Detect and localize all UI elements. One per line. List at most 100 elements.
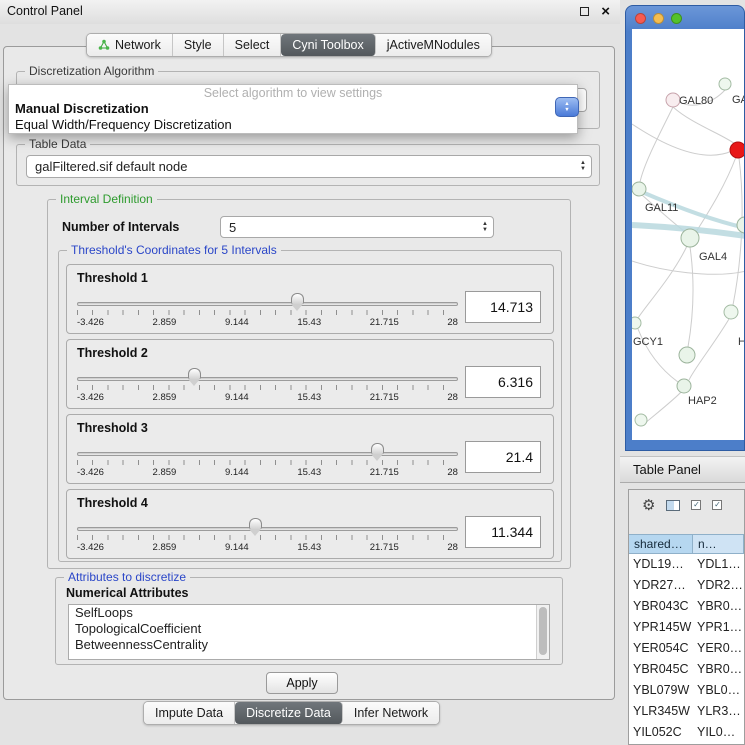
threshold-2-slider[interactable]: -3.4262.8599.14415.4321.71528 bbox=[77, 366, 458, 406]
scrollbar-thumb[interactable] bbox=[539, 607, 547, 655]
checkbox-icon[interactable]: ✓ bbox=[712, 500, 722, 510]
cyni-toolbox-panel: Discretization Algorithm Table Data galF… bbox=[3, 46, 615, 700]
network-canvas[interactable]: GAL80 GA GAL11 GAL4 GCY1 H HAP2 bbox=[632, 29, 745, 440]
table-row[interactable]: YBL079WYBL0… bbox=[629, 680, 744, 701]
threshold-value-field[interactable]: 11.344 bbox=[465, 516, 541, 548]
table-row[interactable]: YPR145WYPR1… bbox=[629, 617, 744, 638]
attributes-group: Attributes to discretize Numerical Attri… bbox=[55, 577, 563, 665]
threshold-1-slider[interactable]: -3.4262.8599.14415.4321.71528 bbox=[77, 291, 458, 331]
slider-ticks bbox=[77, 385, 458, 390]
threshold-4-slider[interactable]: -3.4262.8599.14415.4321.71528 bbox=[77, 516, 458, 556]
slider-ticks bbox=[77, 310, 458, 315]
screen: { "window": {"title": "Control Panel"}, … bbox=[0, 0, 745, 745]
slider-scale: -3.4262.8599.14415.4321.71528 bbox=[77, 542, 458, 553]
scale-label: 21.715 bbox=[370, 392, 399, 403]
node-label: GCY1 bbox=[633, 336, 663, 348]
node-label: H bbox=[738, 336, 745, 348]
scale-label: -3.426 bbox=[77, 317, 104, 328]
cell: YBR045C bbox=[629, 659, 693, 680]
tab-infer-network[interactable]: Infer Network bbox=[343, 702, 439, 724]
cell: YBL0… bbox=[693, 680, 744, 701]
tab-impute-data[interactable]: Impute Data bbox=[144, 702, 235, 724]
tab-select[interactable]: Select bbox=[224, 34, 282, 56]
slider-track[interactable] bbox=[77, 452, 458, 456]
table-row[interactable]: YDR27…YDR2… bbox=[629, 575, 744, 596]
slider-track[interactable] bbox=[77, 377, 458, 381]
slider-track[interactable] bbox=[77, 302, 458, 306]
window-controls: × bbox=[580, 7, 610, 16]
tab-network[interactable]: Network bbox=[87, 34, 173, 56]
gear-icon[interactable]: ⚙ bbox=[642, 498, 655, 513]
slider-thumb[interactable] bbox=[371, 443, 384, 454]
tab-label: Select bbox=[235, 38, 270, 52]
table-data-group: Table Data galFiltered.sif default node … bbox=[16, 144, 600, 186]
node-label: GA bbox=[732, 94, 745, 106]
scale-label: 2.859 bbox=[153, 542, 177, 553]
tab-jactivemnodules[interactable]: jActiveMNodules bbox=[376, 34, 491, 56]
node-label: GAL11 bbox=[645, 202, 678, 214]
table-panel-title: Table Panel bbox=[633, 462, 701, 477]
table-row[interactable]: YLR345WYLR3… bbox=[629, 701, 744, 722]
column-header-name[interactable]: n… bbox=[693, 534, 744, 554]
slider-thumb[interactable] bbox=[249, 518, 262, 529]
node-label: GAL4 bbox=[699, 251, 727, 263]
threshold-3-slider[interactable]: -3.4262.8599.14415.4321.71528 bbox=[77, 441, 458, 481]
network-node bbox=[632, 317, 641, 329]
tab-discretize-data[interactable]: Discretize Data bbox=[235, 702, 343, 724]
threshold-value-field[interactable]: 14.713 bbox=[465, 291, 541, 323]
list-item[interactable]: SelfLoops bbox=[69, 605, 549, 621]
slider-thumb[interactable] bbox=[188, 368, 201, 379]
list-scrollbar[interactable] bbox=[536, 605, 549, 659]
table-data-combobox[interactable]: galFiltered.sif default node ▲▼ bbox=[26, 155, 592, 178]
threshold-label: Threshold 2 bbox=[77, 346, 148, 360]
thresholds-group: Threshold's Coordinates for 5 Intervals … bbox=[58, 250, 562, 562]
table-data-value: galFiltered.sif default node bbox=[35, 159, 187, 174]
combo-arrows-icon[interactable]: ▲▼ bbox=[580, 161, 586, 172]
table-row[interactable]: YDL19…YDL1… bbox=[629, 554, 744, 575]
numerical-attributes-list[interactable]: SelfLoops TopologicalCoefficient Between… bbox=[68, 604, 550, 660]
combobox-stepper-button[interactable]: ▲▼ bbox=[555, 97, 579, 117]
list-item[interactable]: BetweennessCentrality bbox=[69, 637, 549, 653]
bottom-tab-bar: Impute Data Discretize Data Infer Networ… bbox=[143, 701, 440, 725]
network-edges bbox=[632, 90, 745, 424]
table-row[interactable]: YBR045CYBR0… bbox=[629, 659, 744, 680]
list-item[interactable]: TopologicalCoefficient bbox=[69, 621, 549, 637]
close-window-icon[interactable]: × bbox=[601, 7, 610, 16]
column-header-shared-name[interactable]: shared… bbox=[629, 534, 693, 554]
table-row[interactable]: YBR043CYBR0… bbox=[629, 596, 744, 617]
apply-button[interactable]: Apply bbox=[266, 672, 338, 694]
slider-scale: -3.4262.8599.14415.4321.71528 bbox=[77, 467, 458, 478]
slider-track[interactable] bbox=[77, 527, 458, 531]
threshold-value-field[interactable]: 21.4 bbox=[465, 441, 541, 473]
cell: YLR345W bbox=[629, 701, 693, 722]
tab-label: Cyni Toolbox bbox=[292, 38, 363, 52]
selected-network-node bbox=[730, 142, 745, 158]
table-row[interactable]: YER054CYER0… bbox=[629, 638, 744, 659]
table-toolbar: ⚙ ✓ ✓ bbox=[629, 490, 744, 520]
tab-cyni-toolbox[interactable]: Cyni Toolbox bbox=[281, 34, 375, 56]
threshold-value-field[interactable]: 6.316 bbox=[465, 366, 541, 398]
combo-arrows-icon[interactable]: ▲▼ bbox=[482, 222, 488, 233]
popup-item-equal-width[interactable]: Equal Width/Frequency Discretization bbox=[9, 117, 577, 133]
tab-label: Discretize Data bbox=[246, 706, 331, 720]
group-title: Threshold's Coordinates for 5 Intervals bbox=[67, 243, 281, 257]
table-row[interactable]: YIL052CYIL0… bbox=[629, 722, 744, 743]
tab-style[interactable]: Style bbox=[173, 34, 224, 56]
threshold-1-card: Threshold 1 -3.4262.8599.14415.4321.7152… bbox=[66, 264, 554, 334]
columns-icon[interactable] bbox=[666, 500, 680, 511]
zoom-traffic-light-icon[interactable] bbox=[671, 13, 682, 24]
float-window-icon[interactable] bbox=[580, 7, 589, 16]
window-title: Control Panel bbox=[7, 4, 83, 18]
number-of-intervals-combobox[interactable]: 5 ▲▼ bbox=[220, 216, 494, 238]
slider-scale: -3.4262.8599.14415.4321.71528 bbox=[77, 392, 458, 403]
close-traffic-light-icon[interactable] bbox=[635, 13, 646, 24]
cell: YDL19… bbox=[629, 554, 693, 575]
minimize-traffic-light-icon[interactable] bbox=[653, 13, 664, 24]
checkbox-icon[interactable]: ✓ bbox=[691, 500, 701, 510]
node-label: GAL80 bbox=[679, 95, 713, 107]
slider-thumb[interactable] bbox=[291, 293, 304, 304]
popup-item-manual-discretization[interactable]: Manual Discretization bbox=[9, 101, 577, 117]
slider-ticks bbox=[77, 460, 458, 465]
network-nodes[interactable] bbox=[632, 78, 745, 426]
group-title: Interval Definition bbox=[56, 192, 157, 206]
